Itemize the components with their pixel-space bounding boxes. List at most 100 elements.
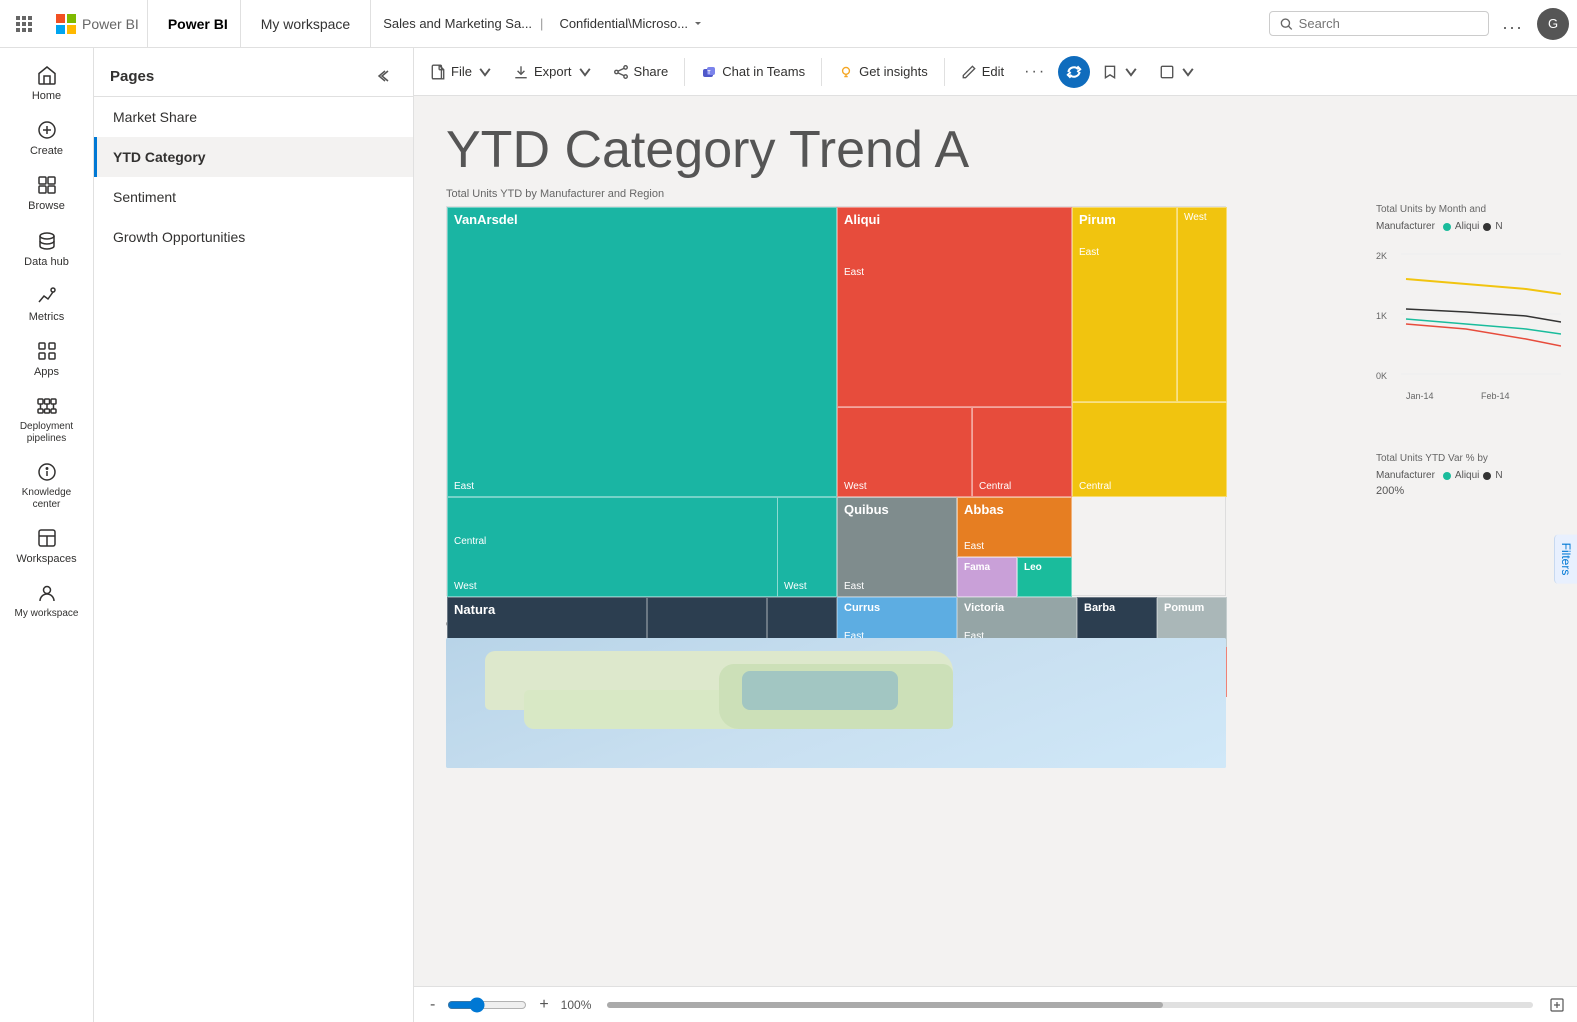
tm-vanarsdel-west: West bbox=[777, 497, 837, 597]
zoom-minus-button[interactable]: - bbox=[426, 996, 439, 1014]
toolbar-sep-1 bbox=[684, 58, 685, 86]
sidebar-browse-label: Browse bbox=[28, 200, 65, 213]
chat-in-teams-button[interactable]: T Chat in Teams bbox=[693, 60, 813, 84]
chat-teams-label: Chat in Teams bbox=[722, 64, 805, 79]
legend-manufacturer-label: Manufacturer bbox=[1376, 221, 1435, 232]
sidebar: Home Create Browse bbox=[0, 48, 94, 1022]
tm-abbas: Abbas East bbox=[957, 497, 1072, 557]
bookmark-icon bbox=[1102, 64, 1118, 80]
page-item-marketshare[interactable]: Market Share bbox=[94, 97, 413, 137]
ms-sq-red bbox=[56, 14, 65, 23]
more-toolbar-button[interactable]: ··· bbox=[1016, 59, 1054, 85]
share-icon bbox=[613, 64, 629, 80]
report-scroll-area[interactable]: YTD Category Trend A Total Units YTD by … bbox=[414, 96, 1577, 986]
insights-icon bbox=[838, 64, 854, 80]
file-label: File bbox=[451, 64, 472, 79]
knowledge-icon bbox=[36, 461, 58, 483]
map-wrapper: % Units Market Share by State bbox=[446, 620, 1360, 768]
sidebar-item-deployment[interactable]: Deployment pipelines bbox=[7, 387, 87, 453]
sensitivity-button[interactable]: Confidential\Microso... bbox=[551, 12, 712, 35]
tm-aliqui: Aliqui East bbox=[837, 207, 1072, 407]
sidebar-item-home[interactable]: Home bbox=[7, 56, 87, 111]
tm-vanarsdel: VanArsdel East bbox=[447, 207, 837, 497]
zoom-slider[interactable] bbox=[447, 997, 527, 1013]
workspace-label[interactable]: My workspace bbox=[249, 16, 362, 32]
view-button[interactable] bbox=[1151, 60, 1204, 84]
more-dots: ... bbox=[1502, 13, 1523, 34]
search-icon bbox=[1280, 17, 1293, 31]
tm-aliqui-west: West bbox=[837, 407, 972, 497]
refresh-button[interactable] bbox=[1058, 56, 1090, 88]
treemap-chart[interactable]: VanArsdel East Central West bbox=[446, 206, 1226, 596]
sidebar-apps-label: Apps bbox=[34, 366, 59, 379]
datahub-icon bbox=[36, 230, 58, 252]
search-input[interactable] bbox=[1299, 16, 1478, 31]
report-toolbar: File Export bbox=[414, 48, 1577, 96]
microsoft-text: Power BI bbox=[82, 16, 139, 32]
sidebar-item-create[interactable]: Create bbox=[7, 111, 87, 166]
deployment-icon bbox=[36, 395, 58, 417]
page-item-sentiment[interactable]: Sentiment bbox=[94, 177, 413, 217]
get-insights-button[interactable]: Get insights bbox=[830, 60, 936, 84]
metrics-icon bbox=[36, 285, 58, 307]
sidebar-item-datahub[interactable]: Data hub bbox=[7, 222, 87, 277]
ms-logo: Power BI bbox=[48, 0, 148, 47]
legend2-dot-aliqui bbox=[1443, 472, 1451, 480]
sidebar-item-browse[interactable]: Browse bbox=[7, 166, 87, 221]
legend2-200: 200% bbox=[1376, 485, 1561, 497]
filters-tab[interactable]: Filters bbox=[1554, 535, 1577, 584]
tm-pirum-west: West bbox=[1177, 207, 1227, 402]
fit-page-icon[interactable] bbox=[1549, 997, 1565, 1013]
view-dropdown-icon bbox=[1180, 64, 1196, 80]
view-icon bbox=[1159, 64, 1175, 80]
map-chart[interactable] bbox=[446, 638, 1226, 768]
right-legend-2: Manufacturer Aliqui N bbox=[1376, 470, 1561, 481]
sidebar-item-workspaces[interactable]: Workspaces bbox=[7, 519, 87, 574]
page-item-ytdcategory[interactable]: YTD Category bbox=[94, 137, 413, 177]
search-box[interactable] bbox=[1269, 11, 1489, 36]
svg-text:Feb-14: Feb-14 bbox=[1481, 391, 1510, 401]
legend2-manufacturer-label: Manufacturer bbox=[1376, 470, 1435, 481]
file-button[interactable]: File bbox=[422, 60, 501, 84]
export-icon bbox=[513, 64, 529, 80]
scroll-thumb[interactable] bbox=[607, 1002, 1162, 1008]
bottom-bar: - + 100% bbox=[414, 986, 1577, 1022]
powerbi-text: Power BI bbox=[156, 0, 241, 47]
zoom-plus-button[interactable]: + bbox=[535, 996, 552, 1014]
sidebar-deployment-label: Deployment pipelines bbox=[11, 421, 83, 445]
page-label-growth: Growth Opportunities bbox=[113, 229, 245, 245]
toolbar-sep-3 bbox=[944, 58, 945, 86]
sidebar-item-myworkspace[interactable]: My workspace bbox=[7, 574, 87, 628]
sidebar-item-knowledge[interactable]: Knowledge center bbox=[7, 453, 87, 519]
bookmark-button[interactable] bbox=[1094, 60, 1147, 84]
right-map-placeholder bbox=[1376, 620, 1561, 768]
pages-header: Pages bbox=[94, 48, 413, 97]
file-icon bbox=[430, 64, 446, 80]
share-button[interactable]: Share bbox=[605, 60, 677, 84]
user-avatar[interactable]: G bbox=[1537, 8, 1569, 40]
bookmark-dropdown-icon bbox=[1123, 64, 1139, 80]
page-label-ytdcategory: YTD Category bbox=[113, 149, 206, 165]
sidebar-knowledge-label: Knowledge center bbox=[11, 487, 83, 511]
edit-button[interactable]: Edit bbox=[953, 60, 1012, 84]
more-options-button[interactable]: ... bbox=[1497, 8, 1529, 40]
tm-pirum: Pirum East bbox=[1072, 207, 1177, 402]
page-item-growth[interactable]: Growth Opportunities bbox=[94, 217, 413, 257]
tm-pirum-central: Central bbox=[1072, 402, 1227, 497]
treemap-label: Total Units YTD by Manufacturer and Regi… bbox=[446, 188, 1360, 200]
svg-text:T: T bbox=[708, 70, 711, 76]
myworkspace-icon bbox=[36, 582, 58, 604]
filters-label: Filters bbox=[1559, 543, 1573, 576]
legend-dot-n bbox=[1483, 223, 1491, 231]
waffle-menu-button[interactable] bbox=[8, 8, 40, 40]
treemap-wrapper: Total Units YTD by Manufacturer and Regi… bbox=[446, 188, 1360, 596]
sidebar-item-metrics[interactable]: Metrics bbox=[7, 277, 87, 332]
create-icon bbox=[36, 119, 58, 141]
export-button[interactable]: Export bbox=[505, 60, 601, 84]
sidebar-item-apps[interactable]: Apps bbox=[7, 332, 87, 387]
horizontal-scrollbar[interactable] bbox=[607, 1002, 1533, 1008]
sidebar-datahub-label: Data hub bbox=[24, 256, 69, 269]
collapse-pages-button[interactable] bbox=[373, 64, 397, 88]
export-dropdown-icon bbox=[577, 64, 593, 80]
main-layout: Home Create Browse bbox=[0, 48, 1577, 1022]
